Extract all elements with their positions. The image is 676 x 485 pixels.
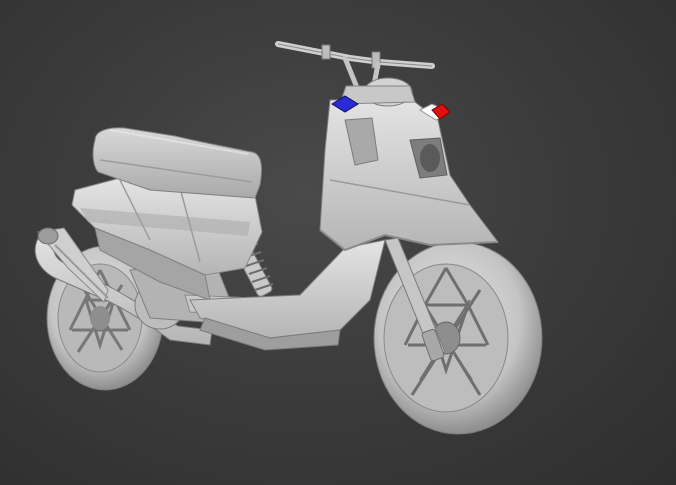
handlebar (275, 41, 435, 107)
3d-viewport[interactable] (0, 0, 676, 485)
front-body-panel (319, 97, 499, 252)
scooter-model (34, 41, 543, 435)
